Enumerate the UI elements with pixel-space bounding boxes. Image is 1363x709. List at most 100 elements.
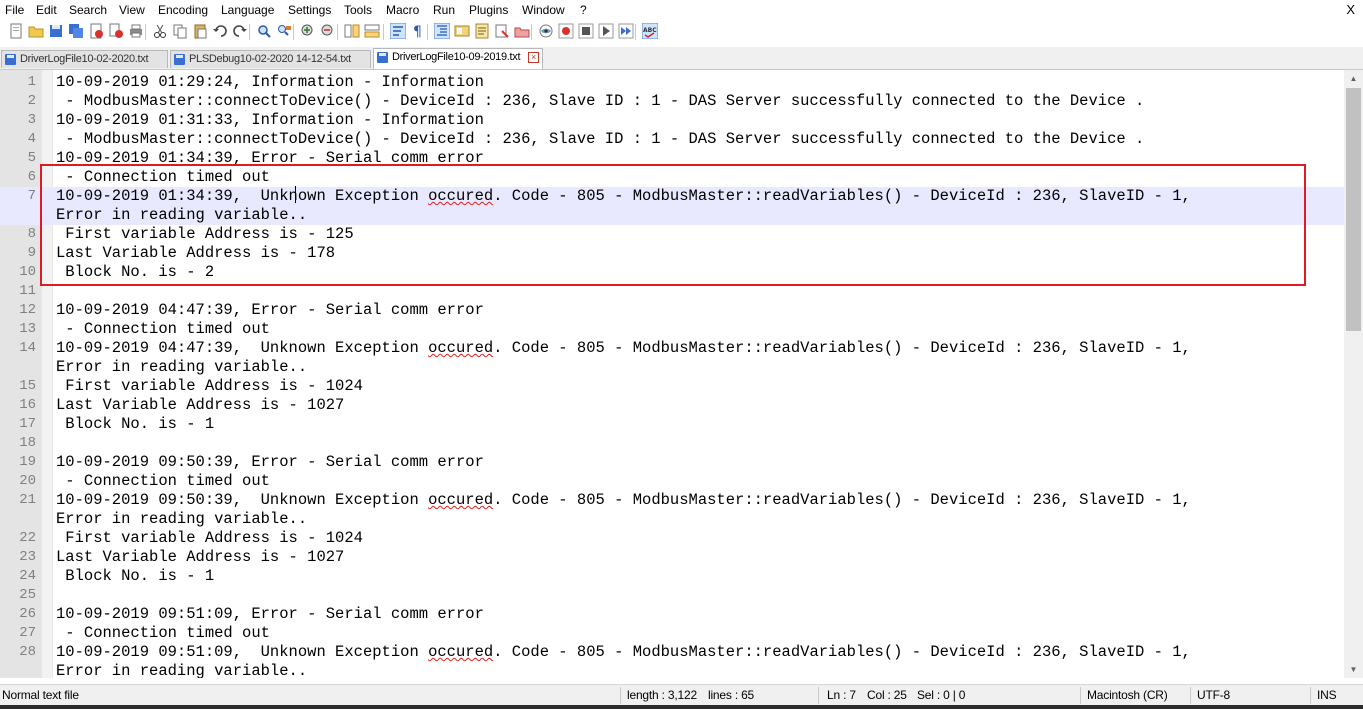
editor-line[interactable]: 13 - Connection timed out: [0, 320, 1344, 339]
word-wrap-icon[interactable]: [390, 23, 406, 39]
svg-text:¶: ¶: [413, 24, 422, 39]
editor-line[interactable]: 23 Last Variable Address is - 1027: [0, 548, 1344, 567]
editor-line[interactable]: 1 10-09-2019 01:29:24, Information - Info…: [0, 73, 1344, 92]
editor-line[interactable]: 6 - Connection timed out: [0, 168, 1344, 187]
run-macro-multiple-icon[interactable]: [598, 23, 614, 39]
line-number: 5: [27, 150, 36, 166]
line-text: First variable Address is - 125: [56, 225, 354, 243]
editor-line[interactable]: 9 Last Variable Address is - 178: [0, 244, 1344, 263]
save-icon[interactable]: [48, 23, 64, 39]
editor-line[interactable]: 18: [0, 434, 1344, 453]
cut-icon[interactable]: [152, 23, 168, 39]
menu-tools[interactable]: Tools: [344, 2, 372, 18]
scrollbar-thumb[interactable]: [1346, 88, 1361, 331]
function-list-icon[interactable]: [474, 23, 490, 39]
toolbar-separator: [293, 24, 294, 40]
new-file-icon[interactable]: [8, 23, 24, 39]
editor-line[interactable]: 15 First variable Address is - 1024: [0, 377, 1344, 396]
vertical-scrollbar[interactable]: ▲ ▼: [1344, 70, 1363, 678]
menu-encoding[interactable]: Encoding: [158, 2, 208, 18]
stop-recording-icon[interactable]: [558, 23, 574, 39]
paste-icon[interactable]: [192, 23, 208, 39]
editor-line[interactable]: 22 First variable Address is - 1024: [0, 529, 1344, 548]
wrapped-line-text: Error in reading variable..: [56, 662, 308, 678]
editor-line[interactable]: 8 First variable Address is - 125: [0, 225, 1344, 244]
find-icon[interactable]: [256, 23, 272, 39]
menu-view[interactable]: View: [119, 2, 145, 18]
line-text: 10-09-2019 01:31:33, Information - Infor…: [56, 111, 484, 129]
tab-label: DriverLogFile10-02-2020.txt: [20, 53, 149, 65]
line-text: 10-09-2019 04:47:39, Unknown Exception o…: [56, 339, 1191, 358]
print-icon[interactable]: [128, 23, 144, 39]
line-text-segment: 10-09-2019 01:34:39, Unknown Exception: [56, 187, 429, 205]
menu-search[interactable]: Search: [69, 2, 107, 18]
save-macro-icon[interactable]: [618, 23, 634, 39]
indent-guide-icon[interactable]: [434, 23, 450, 39]
menu-help[interactable]: ?: [580, 2, 587, 18]
copy-icon[interactable]: [172, 23, 188, 39]
tab-driverlogfile-2019[interactable]: DriverLogFile10-09-2019.txt ×: [373, 48, 543, 69]
editor-line[interactable]: 26 10-09-2019 09:51:09, Error - Serial co…: [0, 605, 1344, 624]
replace-icon[interactable]: [276, 23, 292, 39]
spell-check-icon[interactable]: ABC: [642, 23, 658, 39]
line-text: Last Variable Address is - 1027: [56, 396, 345, 414]
redo-icon[interactable]: [232, 23, 248, 39]
undo-icon[interactable]: [212, 23, 228, 39]
editor-line[interactable]: 14 10-09-2019 04:47:39, Unknown Exception…: [0, 339, 1344, 377]
editor-line[interactable]: 27 - Connection timed out: [0, 624, 1344, 643]
editor-line[interactable]: 2 - ModbusMaster::connectToDevice() - De…: [0, 92, 1344, 111]
tab-plsdebug[interactable]: PLSDebug10-02-2020 14-12-54.txt: [170, 50, 371, 68]
line-number: 8: [27, 226, 36, 242]
editor-line[interactable]: 4 - ModbusMaster::connectToDevice() - De…: [0, 130, 1344, 149]
editor-line[interactable]: 12 10-09-2019 04:47:39, Error - Serial co…: [0, 301, 1344, 320]
sync-horizontal-icon[interactable]: [364, 23, 380, 39]
zoom-in-icon[interactable]: [300, 23, 316, 39]
tab-driverlogfile-2020[interactable]: DriverLogFile10-02-2020.txt: [1, 50, 168, 68]
close-icon[interactable]: [88, 23, 104, 39]
menu-language[interactable]: Language: [221, 2, 274, 18]
wrapped-line-text: Error in reading variable..: [56, 510, 308, 528]
folder-workspace-icon[interactable]: [494, 23, 510, 39]
tab-close-icon[interactable]: ×: [528, 52, 539, 63]
menu-macro[interactable]: Macro: [386, 2, 419, 18]
status-eol: Macintosh (CR): [1087, 688, 1168, 702]
close-icon[interactable]: X: [1346, 2, 1355, 18]
menu-file[interactable]: File: [5, 2, 24, 18]
editor-line[interactable]: 16 Last Variable Address is - 1027: [0, 396, 1344, 415]
sync-vertical-icon[interactable]: [344, 23, 360, 39]
editor-line[interactable]: 11: [0, 282, 1344, 301]
text-editor[interactable]: 1 10-09-2019 01:29:24, Information - Info…: [0, 70, 1344, 678]
editor-line[interactable]: 17 Block No. is - 1: [0, 415, 1344, 434]
play-macro-icon[interactable]: [578, 23, 594, 39]
status-ln: Ln : 7: [827, 688, 856, 702]
editor-line[interactable]: 20 - Connection timed out: [0, 472, 1344, 491]
editor-line[interactable]: 5 10-09-2019 01:34:39, Error - Serial com…: [0, 149, 1344, 168]
editor-line[interactable]: 10 Block No. is - 2: [0, 263, 1344, 282]
menu-run[interactable]: Run: [433, 2, 455, 18]
current-line[interactable]: 7 10-09-2019 01:34:39, Unknown Exception …: [0, 187, 1344, 225]
line-text-segment: 10-09-2019 04:47:39, Unknown Exception: [56, 339, 429, 357]
menu-edit[interactable]: Edit: [36, 2, 57, 18]
editor-line[interactable]: 28 10-09-2019 09:51:09, Unknown Exception…: [0, 643, 1344, 678]
scroll-up-arrow-icon[interactable]: ▲: [1344, 70, 1363, 87]
editor-line[interactable]: 21 10-09-2019 09:50:39, Unknown Exception…: [0, 491, 1344, 529]
line-number: 7: [27, 188, 36, 204]
menu-settings[interactable]: Settings: [288, 2, 331, 18]
show-all-characters-icon[interactable]: ¶: [410, 23, 426, 39]
close-all-icon[interactable]: [108, 23, 124, 39]
zoom-out-icon[interactable]: [320, 23, 336, 39]
record-macro-icon[interactable]: [538, 23, 554, 39]
editor-line[interactable]: 19 10-09-2019 09:50:39, Error - Serial co…: [0, 453, 1344, 472]
editor-line[interactable]: 3 10-09-2019 01:31:33, Information - Info…: [0, 111, 1344, 130]
monitoring-icon[interactable]: [514, 23, 530, 39]
document-map-icon[interactable]: [454, 23, 470, 39]
editor-line[interactable]: 24 Block No. is - 1: [0, 567, 1344, 586]
editor-line[interactable]: 25: [0, 586, 1344, 605]
line-number: 11: [19, 283, 36, 299]
menu-window[interactable]: Window: [522, 2, 565, 18]
menu-plugins[interactable]: Plugins: [469, 2, 508, 18]
line-number: 21: [19, 492, 36, 508]
scroll-down-arrow-icon[interactable]: ▼: [1344, 661, 1363, 678]
open-file-icon[interactable]: [28, 23, 44, 39]
save-all-icon[interactable]: [68, 23, 84, 39]
